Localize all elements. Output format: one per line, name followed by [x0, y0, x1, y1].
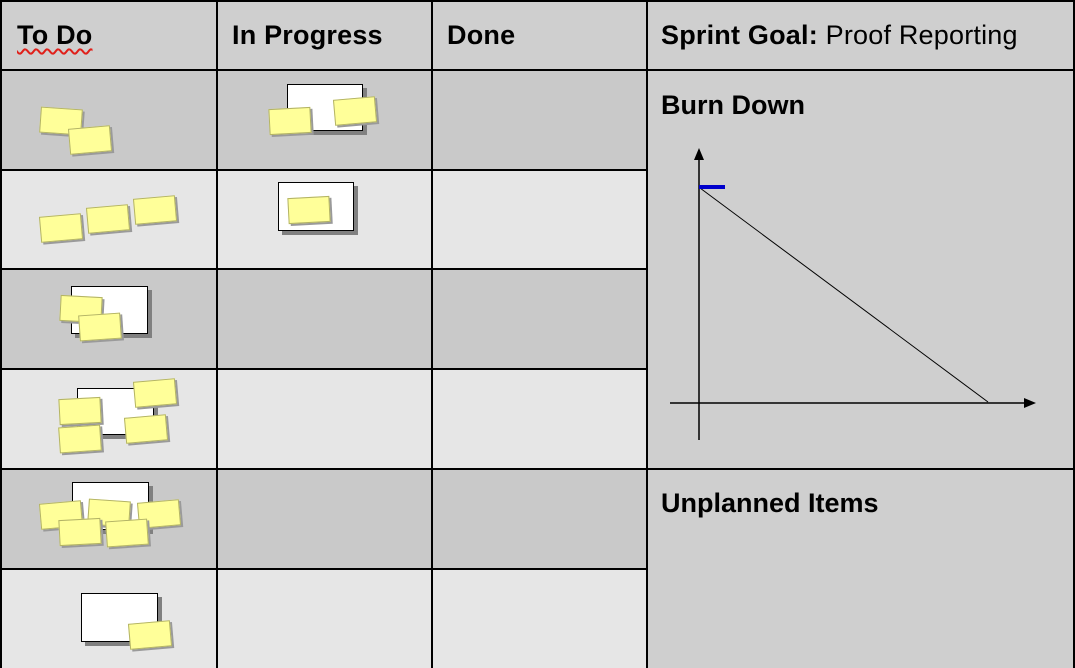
sprint-goal-label: Sprint Goal: [661, 20, 818, 50]
grid-line [0, 268, 647, 270]
sticky-note[interactable] [132, 195, 178, 225]
unplanned-items-title: Unplanned Items [661, 488, 879, 518]
sprint-goal: Sprint Goal: Proof Reporting [661, 20, 1018, 51]
grid-line [0, 368, 647, 370]
column-header-done: Done [447, 20, 516, 50]
sprint-goal-value: Proof Reporting [825, 20, 1018, 50]
sticky-note[interactable] [332, 96, 378, 126]
sticky-note[interactable] [105, 518, 149, 548]
sticky-note[interactable] [268, 106, 312, 136]
grid-line [0, 0, 1075, 2]
sticky-note[interactable] [85, 204, 131, 234]
column-header-in-progress: In Progress [232, 20, 383, 50]
sticky-note[interactable] [127, 620, 173, 650]
burn-down-title: Burn Down [661, 90, 805, 120]
sticky-note[interactable] [132, 378, 178, 408]
sticky-note[interactable] [123, 414, 169, 444]
column-header-todo: To Do [17, 20, 93, 50]
sticky-note[interactable] [58, 396, 102, 426]
grid-line [0, 169, 647, 171]
grid-line [216, 0, 218, 668]
scrum-task-board: To Do In Progress Done Sprint Goal: Proo… [0, 0, 1075, 668]
grid-line [0, 0, 2, 668]
grid-line [0, 568, 647, 570]
sticky-note[interactable] [287, 195, 331, 225]
x-axis-arrow-icon [1024, 398, 1036, 408]
grid-line [0, 69, 1075, 71]
ideal-burn-line [699, 187, 989, 403]
sticky-note[interactable] [67, 125, 113, 155]
sticky-note[interactable] [58, 517, 102, 547]
y-axis-arrow-icon [694, 148, 704, 160]
grid-line [0, 468, 1075, 470]
burn-down-chart [670, 148, 1036, 440]
sticky-note[interactable] [78, 312, 122, 342]
sticky-note[interactable] [38, 213, 84, 243]
grid-line [431, 0, 433, 668]
sticky-note[interactable] [58, 424, 102, 454]
